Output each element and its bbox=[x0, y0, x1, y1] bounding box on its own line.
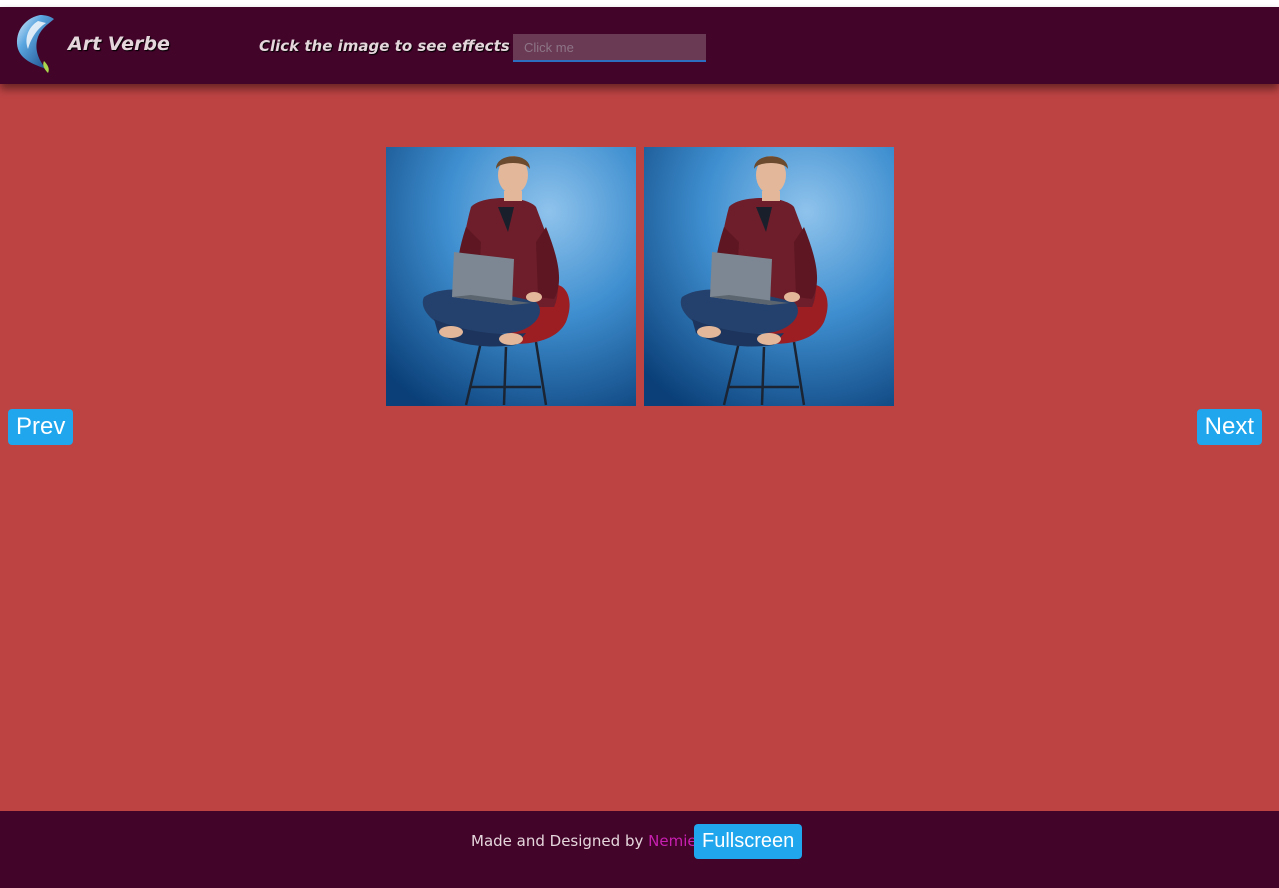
fullscreen-button[interactable]: Fullscreen bbox=[694, 824, 803, 859]
instruction-text: Click the image to see effects bbox=[259, 37, 510, 55]
header-bar: Art Verbe Click the image to see effects bbox=[0, 7, 1279, 84]
top-strip bbox=[0, 0, 1279, 7]
footer-credit: Made and Designed by Nemie bbox=[471, 832, 697, 850]
click-me-input[interactable] bbox=[513, 34, 706, 62]
author-link[interactable]: Nemie bbox=[648, 832, 696, 850]
next-button[interactable]: Next bbox=[1196, 409, 1262, 445]
gallery-image-2[interactable] bbox=[644, 147, 894, 406]
prev-button[interactable]: Prev bbox=[8, 409, 74, 445]
credit-text: Made and Designed by bbox=[471, 832, 644, 850]
gallery-image-1[interactable] bbox=[386, 147, 636, 406]
brand-name: Art Verbe bbox=[68, 33, 170, 55]
feather-logo-icon bbox=[16, 15, 55, 73]
